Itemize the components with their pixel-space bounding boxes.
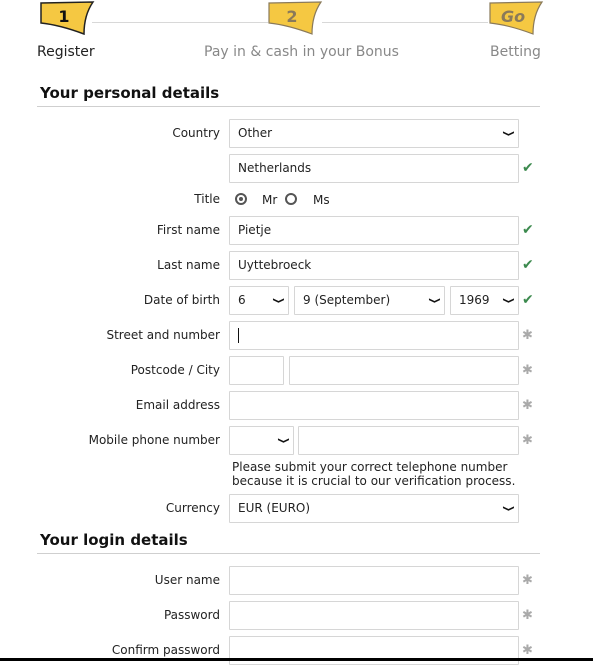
- check-icon: ✔: [522, 257, 534, 273]
- step-3-badge: Go: [489, 1, 545, 35]
- chevron-down-icon: ❯: [501, 297, 514, 304]
- username-label: User name: [154, 573, 220, 587]
- last-name-label: Last name: [157, 258, 220, 272]
- title-mr-radio[interactable]: [235, 193, 247, 205]
- title-mr-label[interactable]: Mr: [262, 193, 277, 207]
- phone-hint: Please submit your correct telephone num…: [232, 460, 516, 488]
- check-icon: ✔: [522, 222, 534, 238]
- last-name-input[interactable]: Uyttebroeck: [229, 251, 519, 280]
- email-label: Email address: [135, 398, 220, 412]
- required-icon: ✱: [522, 643, 533, 658]
- step-1-label: Register: [37, 44, 95, 60]
- postcode-input[interactable]: [229, 356, 284, 385]
- country-label: Country: [172, 126, 220, 140]
- text-cursor: [238, 328, 239, 343]
- login-details-heading: Your login details: [40, 531, 188, 549]
- required-icon: ✱: [522, 398, 533, 413]
- personal-details-heading: Your personal details: [40, 84, 220, 102]
- password-input[interactable]: [229, 601, 519, 630]
- chevron-down-icon: ❯: [271, 297, 284, 304]
- chevron-down-icon: ❯: [501, 130, 514, 137]
- dob-label: Date of birth: [143, 293, 220, 307]
- step-2-badge: 2: [268, 1, 324, 35]
- confirm-password-label: Confirm password: [111, 643, 220, 657]
- password-label: Password: [163, 608, 220, 622]
- check-icon: ✔: [522, 160, 534, 176]
- section-divider: [37, 553, 540, 554]
- required-icon: ✱: [522, 433, 533, 448]
- required-icon: ✱: [522, 573, 533, 588]
- dob-year-select[interactable]: 1969 ❯: [450, 286, 519, 315]
- required-icon: ✱: [522, 363, 533, 378]
- mobile-input[interactable]: [298, 426, 519, 455]
- chevron-down-icon: ❯: [501, 505, 514, 512]
- required-icon: ✱: [522, 328, 533, 343]
- step-connector: [92, 22, 268, 23]
- dob-day-select[interactable]: 6 ❯: [229, 286, 289, 315]
- first-name-input[interactable]: Pietje: [229, 216, 519, 245]
- required-icon: ✱: [522, 608, 533, 623]
- street-input[interactable]: [229, 321, 519, 350]
- title-ms-label[interactable]: Ms: [313, 193, 330, 207]
- country-other-input[interactable]: Netherlands: [229, 154, 519, 183]
- dob-month-select[interactable]: 9 (September) ❯: [294, 286, 445, 315]
- phone-prefix-select[interactable]: ❯: [229, 426, 294, 455]
- check-icon: ✔: [522, 292, 534, 308]
- first-name-label: First name: [156, 223, 220, 237]
- currency-label: Currency: [165, 501, 220, 515]
- step-1-badge: 1: [40, 1, 96, 35]
- currency-select[interactable]: EUR (EURO) ❯: [229, 494, 519, 523]
- title-label: Title: [194, 192, 220, 206]
- step-connector: [322, 22, 488, 23]
- username-input[interactable]: [229, 566, 519, 595]
- email-input[interactable]: [229, 391, 519, 420]
- step-2-label: Pay in & cash in your Bonus: [204, 44, 399, 60]
- chevron-down-icon: ❯: [427, 297, 440, 304]
- step-3-label: Betting: [490, 44, 541, 60]
- section-divider: [37, 106, 540, 107]
- chevron-down-icon: ❯: [276, 437, 289, 444]
- registration-steps: 1 Register 2 Pay in & cash in your Bonus…: [0, 0, 593, 70]
- country-select[interactable]: Other ❯: [229, 119, 519, 148]
- street-label: Street and number: [106, 328, 220, 342]
- postcode-city-label: Postcode / City: [130, 363, 220, 377]
- mobile-label: Mobile phone number: [88, 433, 220, 447]
- city-input[interactable]: [289, 356, 519, 385]
- title-ms-radio[interactable]: [285, 193, 297, 205]
